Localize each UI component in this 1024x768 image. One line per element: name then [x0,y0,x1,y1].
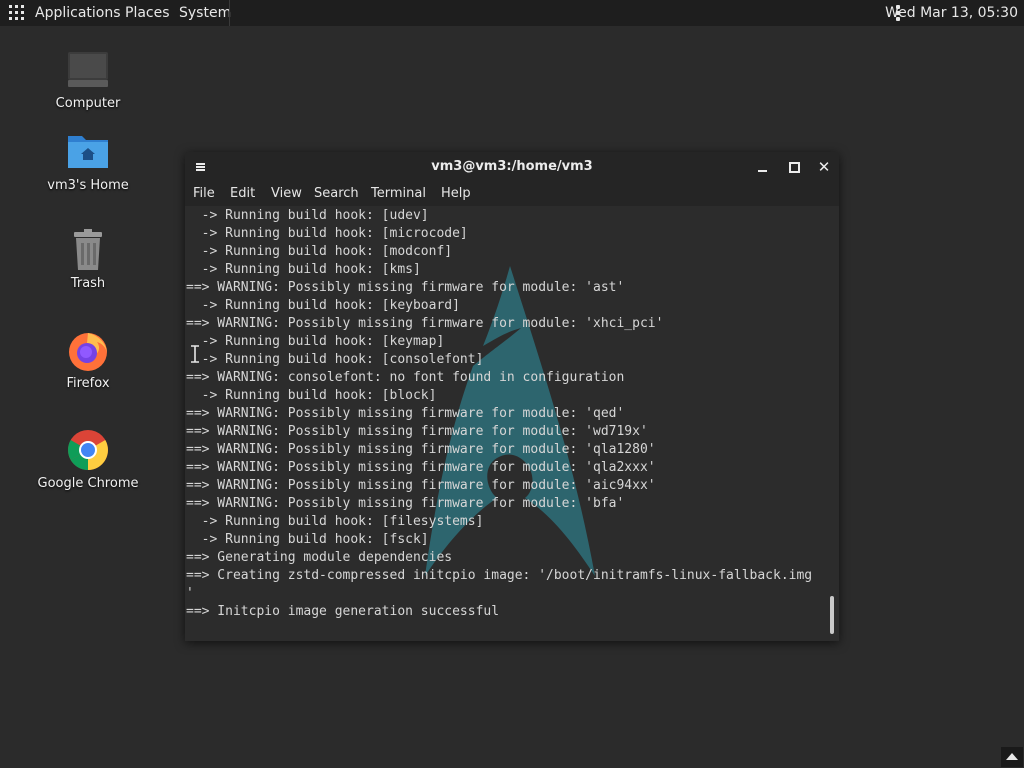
terminal-line: -> Running build hook: [udev] [186,208,429,223]
desktop-icon-label: Computer [55,96,121,111]
terminal-line: -> Running build hook: [modconf] [186,244,453,259]
terminal-line: ==> Creating zstd-compressed initcpio im… [186,568,813,583]
system-menu[interactable]: System [173,0,237,26]
desktop-icon-label: Trash [70,276,106,291]
desktop-icon-home[interactable]: vm3's Home [33,130,143,193]
maximize-icon [789,162,800,173]
chrome-icon [66,428,110,472]
home-folder-icon [66,130,110,174]
terminal-titlebar[interactable]: vm3@vm3:/home/vm3 ✕ [185,152,839,182]
tray-expand-icon[interactable] [1001,747,1023,767]
close-button[interactable]: ✕ [816,159,832,175]
terminal-line: ==> WARNING: Possibly missing firmware f… [186,496,625,511]
terminal-line: -> Running build hook: [microcode] [186,226,468,241]
terminal-window[interactable]: vm3@vm3:/home/vm3 ✕ File Edit View Searc… [185,152,839,641]
menu-edit[interactable]: Edit [230,182,255,206]
panel-divider [229,0,230,26]
menu-help[interactable]: Help [441,182,471,206]
apps-grid-icon[interactable] [9,5,25,21]
top-panel: Applications Places System Wed Mar 13, 0… [0,0,1024,26]
trash-icon [66,228,110,272]
terminal-line: ==> WARNING: Possibly missing firmware f… [186,442,656,457]
terminal-menubar: File Edit View Search Terminal Help [185,182,839,206]
menu-search[interactable]: Search [314,182,359,206]
desktop-icon-label: Google Chrome [37,476,139,491]
menu-terminal[interactable]: Terminal [371,182,426,206]
menu-view[interactable]: View [271,182,302,206]
computer-icon [66,48,110,92]
terminal-line: -> Running build hook: [fsck] [186,532,429,547]
scrollbar-thumb[interactable] [830,596,834,634]
minimize-button[interactable] [755,159,771,175]
terminal-line: -> Running build hook: [keyboard] [186,298,460,313]
window-title: vm3@vm3:/home/vm3 [431,159,593,174]
terminal-line: -> Running build hook: [kms] [186,262,421,277]
desktop-icon-label: vm3's Home [47,178,129,193]
clock[interactable]: Wed Mar 13, 05:30 [885,0,1018,26]
firefox-icon [66,328,110,372]
terminal-line: ==> Generating module dependencies [186,550,453,565]
terminal-line: ==> WARNING: Possibly missing firmware f… [186,316,664,331]
terminal-line: ==> WARNING: consolefont: no font found … [186,370,625,385]
terminal-line: ==> WARNING: Possibly missing firmware f… [186,460,656,475]
text-cursor-icon [191,345,199,363]
maximize-button[interactable] [786,159,802,175]
menu-file[interactable]: File [193,182,215,206]
close-icon: ✕ [817,158,831,176]
terminal-line: ==> WARNING: Possibly missing firmware f… [186,280,625,295]
minimize-icon [758,170,767,172]
desktop-icon-chrome[interactable]: Google Chrome [33,428,143,491]
terminal-line: -> Running build hook: [filesystems] [186,514,484,529]
applications-menu[interactable]: Applications [29,0,127,26]
terminal-line: ==> WARNING: Possibly missing firmware f… [186,478,656,493]
desktop-icon-computer[interactable]: Computer [33,48,143,111]
terminal-output: -> Running build hook: [udev] -> Running… [186,207,812,621]
desktop-icon-firefox[interactable]: Firefox [33,328,143,391]
desktop-icon-trash[interactable]: Trash [33,228,143,291]
terminal-line: ==> Initcpio image generation successful [186,604,500,619]
terminal-line: ==> WARNING: Possibly missing firmware f… [186,406,625,421]
terminal-line: ==> WARNING: Possibly missing firmware f… [186,424,648,439]
terminal-line: -> Running build hook: [consolefont] [186,352,484,367]
terminal-line: -> Running build hook: [keymap] [186,334,445,349]
terminal-output-area[interactable]: -> Running build hook: [udev] -> Running… [185,206,839,641]
terminal-line: -> Running build hook: [block] [186,388,437,403]
desktop-icon-label: Firefox [66,376,110,391]
places-menu[interactable]: Places [119,0,176,26]
terminal-line: ' [186,586,194,601]
